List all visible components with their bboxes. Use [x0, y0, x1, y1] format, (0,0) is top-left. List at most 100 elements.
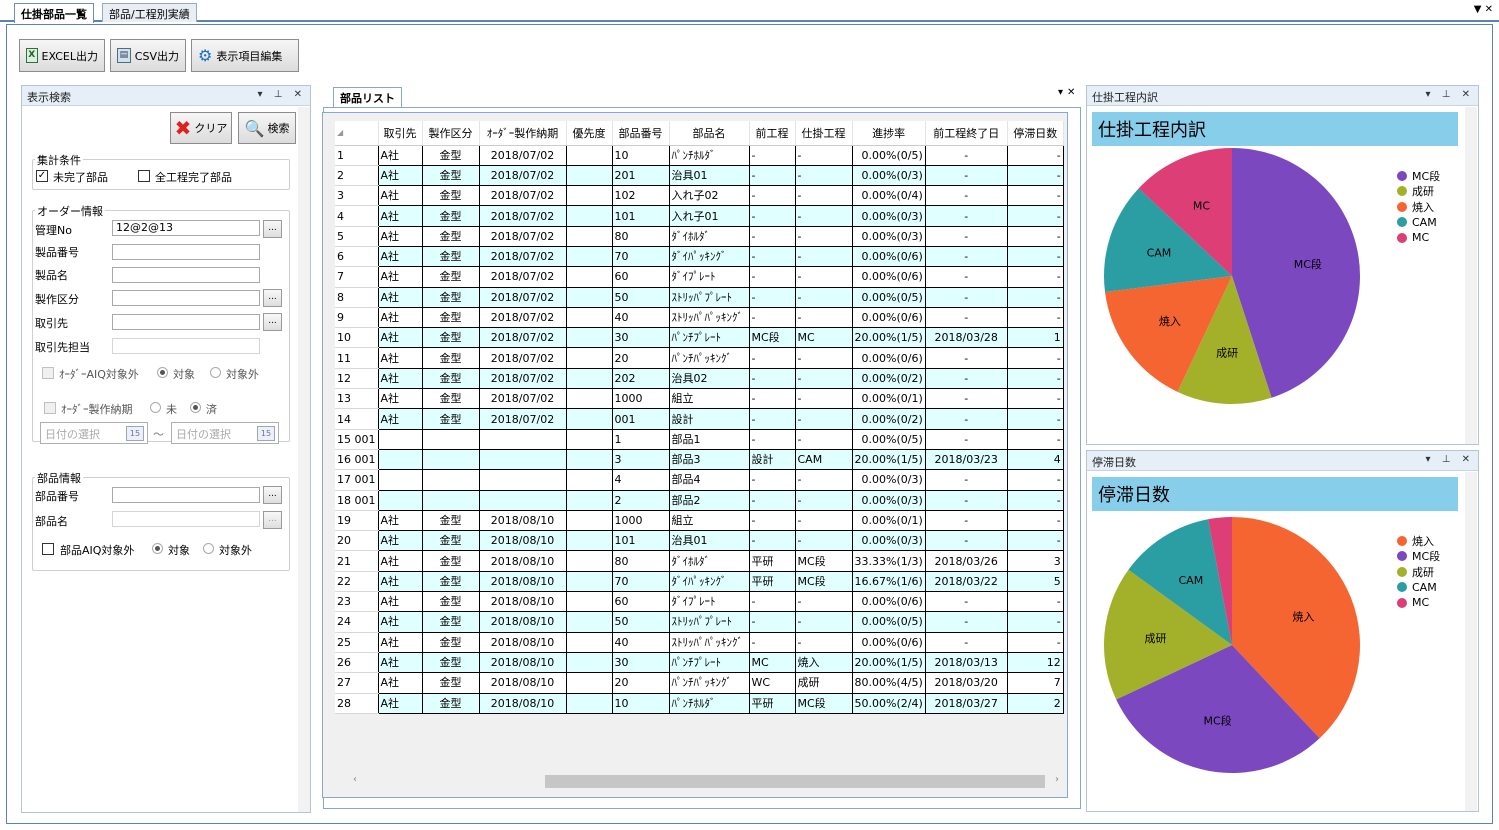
table-cell[interactable]: 2018/07/02 — [478, 368, 567, 390]
row-number-cell[interactable]: 10 — [335, 327, 378, 349]
table-cell[interactable]: - — [748, 347, 796, 369]
table-cell[interactable]: 0.00%(0/3) — [851, 205, 926, 227]
table-cell[interactable] — [565, 449, 613, 471]
row-number-cell[interactable]: 24 — [335, 611, 378, 633]
table-cell[interactable] — [565, 571, 613, 593]
row-number-cell[interactable]: 15 001 — [335, 429, 378, 450]
table-cell[interactable]: - — [748, 226, 796, 247]
table-cell[interactable]: - — [1006, 347, 1064, 369]
column-header[interactable]: 仕掛工程 — [795, 121, 853, 146]
table-cell[interactable]: 2018/08/10 — [478, 611, 567, 633]
table-cell[interactable]: 0.00%(0/2) — [851, 368, 926, 390]
table-cell[interactable]: 金型 — [421, 287, 480, 308]
table-cell[interactable] — [478, 449, 567, 471]
table-cell[interactable]: - — [924, 408, 1008, 430]
table-cell[interactable]: 2018/03/20 — [924, 672, 1008, 694]
table-row[interactable]: 15 001 1 部品1- -0.00%(0/5) - - — [335, 429, 1064, 450]
row-number-cell[interactable]: 13 — [335, 388, 378, 410]
table-cell[interactable]: 50 — [611, 611, 670, 633]
product-no-input[interactable] — [112, 244, 260, 260]
part-no-input[interactable] — [112, 487, 260, 503]
order-aiq-checkbox[interactable] — [42, 367, 54, 379]
table-cell[interactable]: 組立 — [668, 510, 750, 532]
clear-button[interactable]: ✖ クリア — [170, 112, 232, 144]
table-cell[interactable]: A社 — [377, 510, 423, 532]
table-cell[interactable]: 33.33%(1/3) — [851, 550, 926, 572]
table-cell[interactable]: - — [1006, 388, 1064, 410]
tab-part-process-results[interactable]: 部品/工程別実績 — [102, 3, 197, 22]
table-cell[interactable]: 金型 — [421, 266, 480, 288]
table-cell[interactable]: - — [794, 185, 853, 207]
table-cell[interactable]: 20 — [611, 672, 670, 694]
table-cell[interactable]: 金型 — [421, 550, 480, 572]
table-cell[interactable]: ｽﾄﾘｯﾊﾟﾌﾟﾚｰﾄ — [668, 611, 750, 633]
table-cell[interactable]: 0.00%(0/5) — [851, 287, 926, 308]
table-cell[interactable]: ﾀﾞｲﾌﾟﾚｰﾄ — [668, 266, 750, 288]
table-cell[interactable]: - — [924, 145, 1008, 166]
part-no-picker-button[interactable]: ... — [263, 486, 282, 504]
table-cell[interactable]: 102 — [611, 185, 670, 207]
table-row[interactable]: 20 A社 金型 2018/08/10 101 治具01- -0.00%(0/3) - - — [335, 530, 1064, 552]
table-row[interactable]: 6 A社 金型 2018/07/02 70 ﾀﾞｲﾊﾟｯｷﾝｸﾞ - -0.00%(0/6) -… — [335, 246, 1064, 268]
scroll-right-icon[interactable]: › — [1055, 774, 1059, 785]
table-cell[interactable]: MC段 — [794, 571, 853, 593]
table-cell[interactable]: - — [924, 287, 1008, 308]
stagnation-scrollbar[interactable] — [1465, 472, 1477, 811]
table-cell[interactable]: MC — [748, 652, 796, 674]
table-cell[interactable] — [478, 469, 567, 491]
table-cell[interactable]: ﾊﾟﾝﾁﾌﾟﾚｰﾄ — [668, 652, 750, 674]
table-cell[interactable]: - — [794, 246, 853, 268]
table-cell[interactable]: 焼入 — [794, 652, 853, 674]
table-cell[interactable]: - — [748, 246, 796, 268]
table-cell[interactable]: 2018/07/02 — [478, 347, 567, 369]
column-header[interactable]: 部品名 — [669, 121, 750, 146]
table-cell[interactable]: 入れ子01 — [668, 205, 750, 227]
table-cell[interactable] — [565, 672, 613, 694]
table-cell[interactable]: 20.00%(1/5) — [851, 652, 926, 674]
row-number-cell[interactable]: 19 — [335, 510, 378, 532]
table-cell[interactable]: 金型 — [421, 591, 480, 613]
table-cell[interactable]: 0.00%(0/6) — [851, 266, 926, 288]
table-cell[interactable]: A社 — [377, 693, 423, 714]
table-cell[interactable]: ﾊﾟﾝﾁﾊﾟｯｷﾝｸﾞ — [668, 672, 750, 694]
table-cell[interactable]: 50 — [611, 287, 670, 308]
scrollbar-thumb[interactable] — [545, 775, 1045, 788]
table-cell[interactable]: - — [794, 145, 853, 166]
table-cell[interactable]: - — [794, 205, 853, 227]
horizontal-scrollbar[interactable]: ‹ › — [335, 773, 1065, 790]
table-cell[interactable]: - — [794, 347, 853, 369]
row-number-cell[interactable]: 20 — [335, 530, 378, 552]
table-cell[interactable]: 2018/03/27 — [924, 693, 1008, 714]
table-cell[interactable]: 金型 — [421, 205, 480, 227]
table-cell[interactable]: A社 — [377, 145, 423, 166]
table-cell[interactable] — [565, 611, 613, 633]
table-cell[interactable]: 001 — [611, 408, 670, 430]
table-cell[interactable]: - — [748, 469, 796, 491]
table-cell[interactable]: - — [748, 611, 796, 633]
part-aiq-checkbox[interactable] — [42, 543, 54, 555]
table-cell[interactable]: 20 — [611, 347, 670, 369]
column-header[interactable]: 部品番号 — [612, 121, 670, 146]
row-number-cell[interactable]: 12 — [335, 368, 378, 390]
table-cell[interactable] — [565, 145, 613, 166]
table-cell[interactable]: - — [1006, 266, 1064, 288]
table-cell[interactable]: - — [924, 368, 1008, 390]
column-header[interactable]: 進捗率 — [852, 121, 926, 146]
search-panel-scrollbar[interactable] — [298, 107, 310, 812]
table-cell[interactable]: 7 — [1006, 672, 1064, 694]
column-header[interactable]: 製作区分 — [422, 121, 480, 146]
table-cell[interactable]: 2018/07/02 — [478, 226, 567, 247]
table-cell[interactable]: 60 — [611, 266, 670, 288]
table-cell[interactable]: 2018/03/26 — [924, 550, 1008, 572]
table-cell[interactable]: - — [924, 490, 1008, 511]
table-cell[interactable] — [421, 429, 480, 450]
panel-controls-icon[interactable]: ▾ ⊥ ✕ — [258, 89, 306, 100]
table-cell[interactable]: 金型 — [421, 307, 480, 329]
table-cell[interactable]: - — [924, 591, 1008, 613]
table-cell[interactable]: 組立 — [668, 388, 750, 410]
table-cell[interactable]: 2018/07/02 — [478, 246, 567, 268]
row-number-cell[interactable]: 5 — [335, 226, 378, 247]
table-cell[interactable]: - — [1006, 307, 1064, 329]
column-header[interactable]: 前工程終了日 — [925, 121, 1008, 146]
table-cell[interactable]: 0.00%(0/6) — [851, 591, 926, 613]
